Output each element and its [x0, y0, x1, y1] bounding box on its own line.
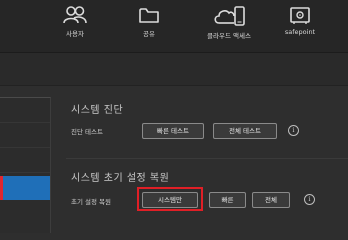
nav-label-users: 사용자 — [66, 30, 84, 38]
folder-icon — [139, 8, 159, 23]
sidebar-item[interactable] — [0, 98, 50, 123]
restore-info-icon[interactable]: i — [304, 194, 315, 205]
nav-label-safepoint: safepoint — [284, 28, 316, 36]
restore-row-label: 초기 설정 복원 — [71, 198, 112, 206]
restore-title: 시스템 초기 설정 복원 — [71, 173, 170, 184]
nav-label-cloud-access: 클라우드 액세스 — [207, 32, 251, 40]
top-navigation-bar: 사용자 공유 클라우드 액세스 safepoint — [0, 0, 348, 53]
section-divider — [66, 158, 348, 159]
full-test-button[interactable]: 전체 테스트 — [213, 123, 277, 139]
sidebar-item[interactable] — [0, 148, 50, 173]
highlight-box — [137, 187, 203, 211]
diagnostics-info-icon[interactable]: i — [288, 125, 299, 136]
sidebar-active-marker — [0, 176, 3, 200]
quick-restore-button[interactable]: 빠른 — [209, 192, 246, 208]
users-icon — [63, 6, 87, 24]
cloud-access-icon — [214, 6, 245, 26]
sidebar-item-active[interactable] — [0, 176, 50, 200]
nav-item-safepoint[interactable]: safepoint — [272, 5, 328, 36]
nav-item-shares[interactable]: 공유 — [121, 5, 177, 38]
full-restore-button[interactable]: 전체 — [252, 192, 290, 208]
sidebar-item[interactable] — [0, 123, 50, 148]
safe-icon — [290, 7, 310, 24]
nav-label-shares: 공유 — [143, 30, 155, 38]
sub-toolbar — [0, 53, 348, 86]
nav-item-users[interactable]: 사용자 — [47, 5, 103, 38]
diagnostics-title: 시스템 진단 — [71, 105, 124, 116]
sidebar — [0, 97, 51, 233]
quick-test-button[interactable]: 빠른 테스트 — [142, 123, 204, 139]
diagnostics-row-label: 진단 테스트 — [71, 128, 103, 136]
nav-item-cloud-access[interactable]: 클라우드 액세스 — [195, 5, 263, 40]
